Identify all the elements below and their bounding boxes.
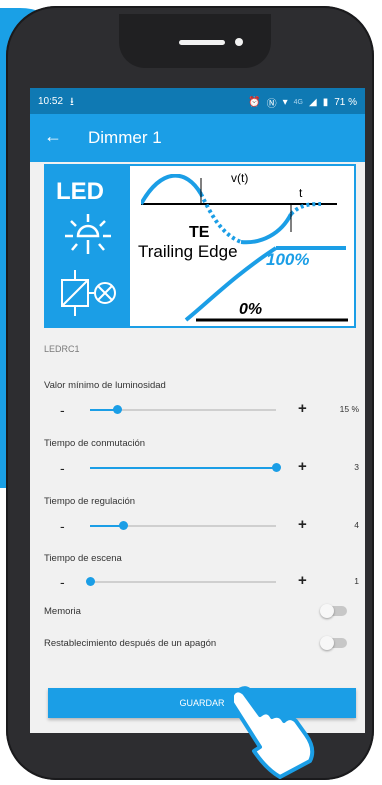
toggle-label: Restablecimiento después de un apagón	[44, 638, 217, 649]
setting-label-switch-time: Tiempo de conmutación	[44, 438, 146, 449]
percent-100-label: 100%	[266, 250, 310, 269]
setting-value: 4	[354, 520, 359, 530]
increase-button[interactable]: +	[298, 458, 307, 475]
slider-track[interactable]	[90, 521, 276, 530]
camera-icon	[235, 38, 243, 46]
back-arrow-icon[interactable]: ←	[44, 126, 62, 147]
led-label: LED	[56, 178, 104, 205]
diagram-left-panel: LED	[46, 166, 130, 326]
toggle-row-memory: Memoria	[30, 602, 365, 622]
slider-thumb[interactable]	[113, 405, 123, 414]
download-icon: ⭳	[70, 96, 74, 108]
setting-label-scene-time: Tiempo de escena	[44, 553, 122, 564]
percent-0-label: 0%	[239, 301, 263, 318]
decrease-button[interactable]: -	[60, 518, 65, 534]
slider-thumb[interactable]	[118, 521, 128, 530]
increase-button[interactable]: +	[298, 400, 307, 417]
nfc-icon: Ⓝ	[266, 99, 277, 110]
setting-slider-row: - + 15 %	[30, 400, 365, 420]
phone-screen: 10:52 ⭳ ⏰ Ⓝ ▾ 4G ◢ ▮ 71 % ← Dimmer 1 LED	[30, 88, 365, 733]
light-bulb-icon	[65, 214, 111, 254]
app-bar: ← Dimmer 1	[30, 114, 365, 162]
setting-label-min-brightness: Valor mínimo de luminosidad	[44, 380, 166, 391]
decrease-button[interactable]: -	[60, 460, 65, 476]
tap-hand-icon	[222, 686, 315, 779]
memory-toggle[interactable]	[320, 604, 347, 618]
setting-value: 15 %	[339, 404, 359, 414]
battery-icon: ▮	[322, 97, 329, 108]
signal-icon: ◢	[308, 97, 317, 108]
battery-level: 71 %	[334, 97, 357, 108]
increase-button[interactable]: +	[298, 516, 307, 533]
increase-button[interactable]: +	[298, 572, 307, 589]
dimmer-circuit-icon	[61, 270, 116, 316]
restore-after-outage-toggle[interactable]	[320, 636, 347, 650]
te-label: TE	[189, 224, 210, 241]
setting-label-regulation-time: Tiempo de regulación	[44, 496, 136, 507]
slider-track[interactable]	[85, 577, 276, 586]
toggle-row-restore: Restablecimiento después de un apagón	[30, 634, 365, 654]
slider-track[interactable]	[90, 405, 276, 414]
status-bar: 10:52 ⭳ ⏰ Ⓝ ▾ 4G ◢ ▮ 71 %	[30, 88, 365, 114]
device-id: LEDRC1	[44, 344, 80, 354]
phone-notch	[119, 14, 271, 68]
page-title: Dimmer 1	[88, 128, 162, 147]
dimming-ramp-graphic	[184, 246, 348, 322]
vt-label: v(t)	[231, 171, 249, 185]
phone-frame: 10:52 ⭳ ⏰ Ⓝ ▾ 4G ◢ ▮ 71 % ← Dimmer 1 LED	[6, 6, 374, 780]
setting-slider-row: - + 4	[30, 516, 365, 536]
network-type: 4G	[293, 99, 303, 106]
alarm-icon: ⏰	[248, 97, 261, 108]
speaker-icon	[179, 40, 225, 45]
slider-thumb[interactable]	[85, 577, 95, 586]
setting-slider-row: - + 1	[30, 572, 365, 592]
toggle-label: Memoria	[44, 606, 81, 617]
decrease-button[interactable]: -	[60, 574, 65, 590]
setting-value: 1	[354, 576, 359, 586]
time-axis-label: t	[299, 186, 303, 200]
decrease-button[interactable]: -	[60, 402, 65, 418]
wifi-icon: ▾	[282, 97, 288, 108]
setting-slider-row: - + 3	[30, 458, 365, 478]
setting-value: 3	[354, 462, 359, 472]
status-icons: ⏰ Ⓝ ▾ 4G ◢ ▮ 71 %	[248, 95, 357, 110]
slider-track[interactable]	[90, 463, 281, 472]
status-time: 10:52	[38, 96, 64, 107]
dimmer-diagram: LED v(t) t TE Trailing Edge 100% 0%	[44, 164, 356, 328]
slider-thumb[interactable]	[271, 463, 281, 472]
